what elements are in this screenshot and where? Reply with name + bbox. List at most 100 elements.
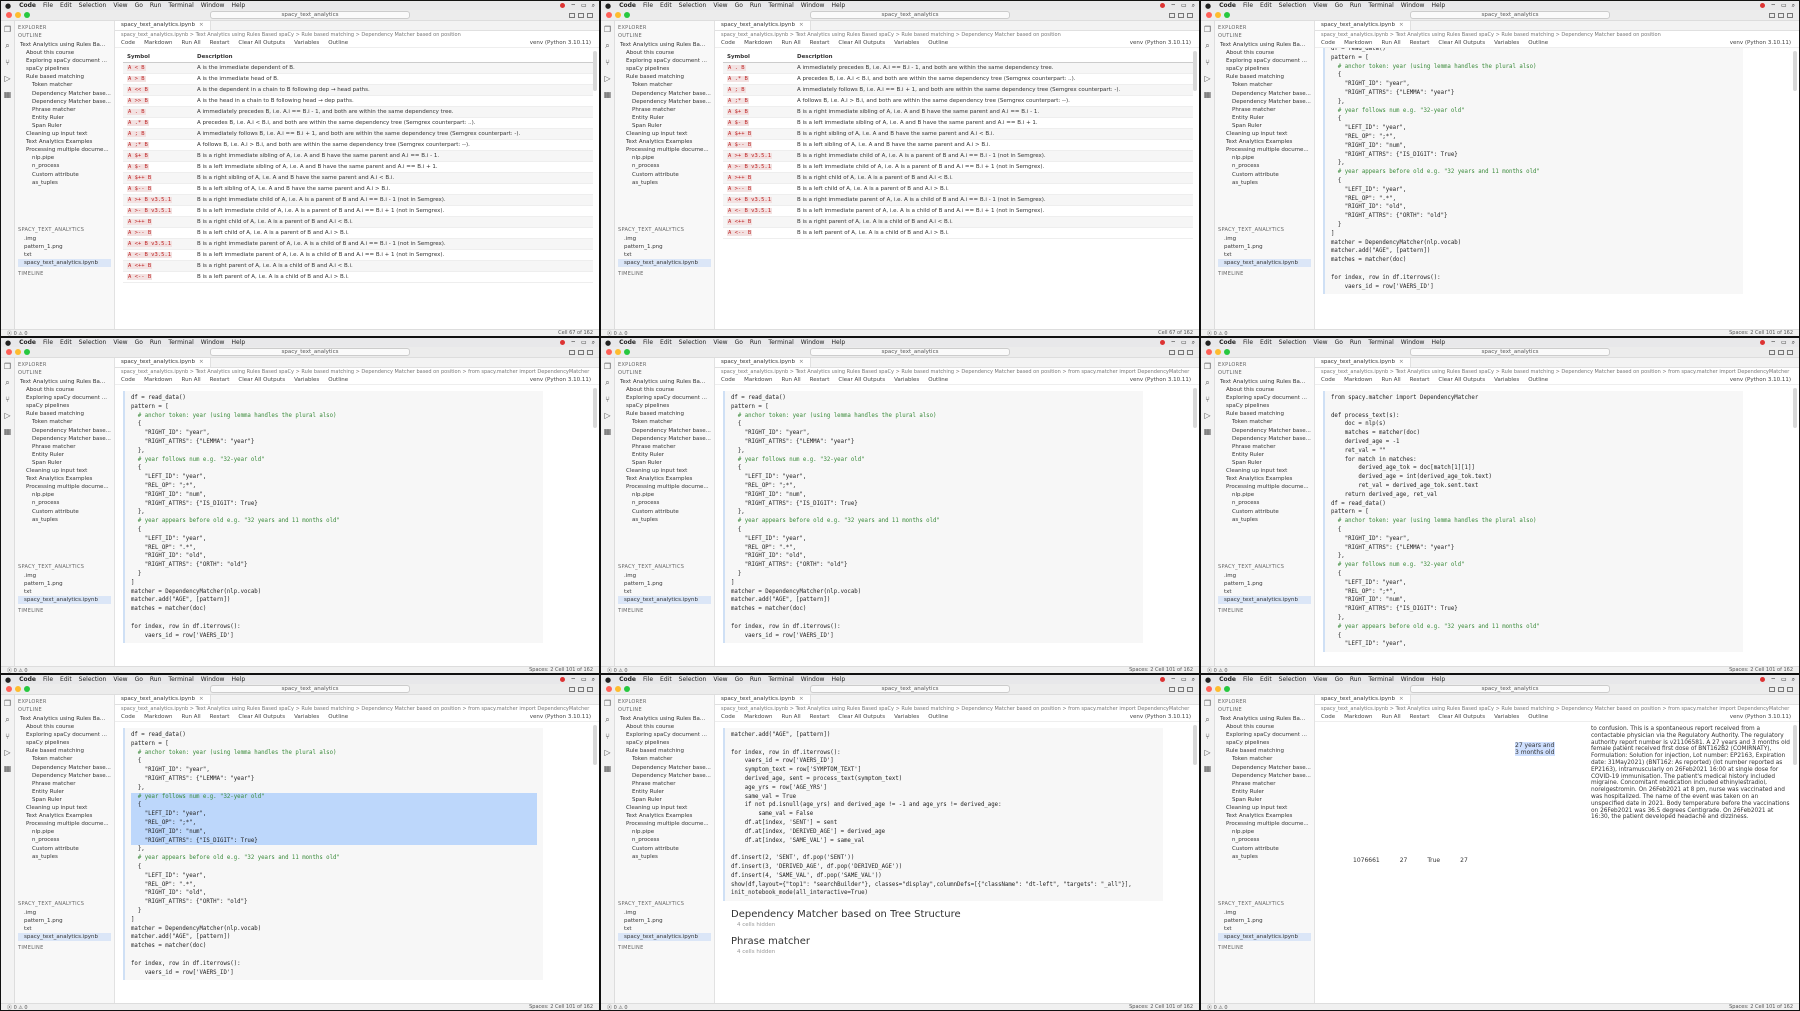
command-center-search[interactable]: spacy_text_analytics [810, 11, 1010, 19]
toolbar-markdown-button[interactable]: Markdown [744, 714, 772, 720]
outline-heading[interactable]: OUTLINE [18, 33, 111, 39]
outline-item[interactable]: spaCy pipelines [1218, 739, 1311, 747]
toolbar-outline-button[interactable]: Outline [928, 377, 948, 383]
run-debug-icon[interactable]: ▷ [604, 748, 610, 757]
code-line[interactable]: # year appears before old e.g. "32 years… [1331, 623, 1737, 632]
menu-item-code[interactable]: Code [1219, 676, 1236, 683]
toolbar-markdown-button[interactable]: Markdown [1344, 40, 1372, 46]
code-line[interactable]: }, [1331, 552, 1737, 561]
outline-item[interactable]: Phrase matcher [1218, 106, 1311, 114]
outline-item[interactable]: Entity Ruler [1218, 451, 1311, 459]
code-line[interactable]: "RIGHT_ID": "num", [1331, 142, 1737, 151]
code-line[interactable]: def process_text(s): [1331, 412, 1737, 421]
project-heading[interactable]: SPACY_TEXT_ANALYTICS [1218, 227, 1311, 233]
breadcrumb[interactable]: spacy_text_analytics.ipynb > Text Analyt… [1315, 368, 1799, 376]
toolbar-clear-all-outputs-button[interactable]: Clear All Outputs [238, 377, 285, 383]
code-line[interactable]: { [131, 801, 537, 811]
run-debug-icon[interactable]: ▷ [1204, 74, 1210, 83]
scrollbar[interactable] [593, 388, 597, 428]
explorer-icon[interactable]: ❐ [1204, 25, 1211, 34]
command-center-search[interactable]: spacy_text_analytics [210, 11, 410, 19]
outline-item[interactable]: Phrase matcher [618, 443, 711, 451]
outline-item[interactable]: Text Analytics Examples [18, 138, 111, 146]
toolbar-run-all-button[interactable]: Run All [182, 714, 201, 720]
code-line[interactable]: "RIGHT_ID": "old", [731, 552, 1137, 561]
menu-item-selection[interactable]: Selection [1279, 676, 1307, 683]
outline-item[interactable]: Dependency Matcher base... [18, 772, 111, 780]
extensions-icon[interactable]: ▦ [1204, 90, 1212, 99]
code-cell[interactable]: df = read_data() pattern = [ # anchor tok… [723, 391, 1143, 644]
outline-item[interactable]: as_tuples [1218, 179, 1311, 187]
menu-item-file[interactable]: File [643, 2, 653, 9]
file-item[interactable]: spacy_text_analytics.ipynb [618, 258, 711, 268]
cell-position-status[interactable]: Spaces: 2 Cell 101 of 162 [1729, 330, 1793, 336]
menu-item-terminal[interactable]: Terminal [168, 339, 193, 346]
project-heading[interactable]: SPACY_TEXT_ANALYTICS [1218, 564, 1311, 570]
close-icon[interactable]: × [799, 696, 804, 702]
toolbar-clear-all-outputs-button[interactable]: Clear All Outputs [1438, 714, 1485, 720]
file-item[interactable]: pattern_1.png [1218, 580, 1311, 588]
toolbar-code-button[interactable]: Code [721, 40, 735, 46]
timeline-heading[interactable]: TIMELINE [18, 608, 111, 614]
outline-heading[interactable]: OUTLINE [1218, 33, 1311, 39]
code-line[interactable]: ] [731, 579, 1137, 588]
toolbar-restart-button[interactable]: Restart [1410, 40, 1430, 46]
outline-item[interactable]: Rule based matching [1218, 73, 1311, 81]
source-control-icon[interactable]: ⑂ [5, 58, 10, 67]
outline-item[interactable]: Dependency Matcher base... [618, 90, 711, 98]
outline-item[interactable]: Cleaning up input text [1218, 130, 1311, 138]
toolbar-outline-button[interactable]: Outline [328, 40, 348, 46]
search-icon[interactable]: ⌕ [592, 676, 595, 684]
close-icon[interactable]: × [799, 22, 804, 28]
code-line[interactable]: "RIGHT_ID": "num", [131, 491, 537, 500]
code-line[interactable]: { [731, 420, 1137, 429]
code-line[interactable]: age_yrs = row['AGE_YRS'] [731, 784, 1157, 793]
menu-item-code[interactable]: Code [619, 676, 636, 683]
code-line[interactable]: "RIGHT_ID": "num", [1331, 596, 1737, 605]
code-line[interactable]: # anchor token: year (using lemma handle… [1331, 517, 1737, 526]
explorer-icon[interactable]: ❐ [604, 362, 611, 371]
outline-heading[interactable]: OUTLINE [18, 370, 111, 376]
cell-position-status[interactable]: Spaces: 2 Cell 101 of 162 [1129, 1004, 1193, 1010]
menu-item-code[interactable]: Code [619, 339, 636, 346]
code-line[interactable]: { [131, 420, 537, 429]
zoom-window-icon[interactable] [624, 349, 630, 355]
file-item[interactable]: txt [618, 251, 711, 259]
code-line[interactable]: { [131, 863, 537, 872]
code-line[interactable]: "LEFT_ID": "year", [131, 810, 537, 819]
code-line[interactable]: "RIGHT_ATTRS": {"ORTH": "old"} [131, 561, 537, 570]
toggle-sidebar-icon[interactable] [1169, 12, 1175, 18]
zoom-window-icon[interactable] [24, 686, 30, 692]
code-line[interactable]: # anchor token: year (using lemma handle… [131, 749, 537, 758]
menu-item-view[interactable]: View [713, 2, 727, 9]
search-icon[interactable]: ⌕ [1205, 41, 1209, 51]
toolbar-outline-button[interactable]: Outline [928, 40, 948, 46]
code-line[interactable]: "RIGHT_ATTRS": {"IS_DIGIT": True} [731, 500, 1137, 509]
menu-item-help[interactable]: Help [231, 676, 245, 683]
code-line[interactable]: "RIGHT_ID": "old", [131, 552, 537, 561]
file-item[interactable]: spacy_text_analytics.ipynb [1218, 258, 1311, 268]
outline-item[interactable]: spaCy pipelines [18, 739, 111, 747]
toolbar-run-all-button[interactable]: Run All [1382, 714, 1401, 720]
notebook-content[interactable]: matcher.add("AGE", [pattern]) for index,… [715, 722, 1199, 1003]
run-debug-icon[interactable]: ▷ [604, 74, 610, 83]
outline-item[interactable]: Text Analytics Examples [18, 812, 111, 820]
toolbar-markdown-button[interactable]: Markdown [144, 714, 172, 720]
extensions-icon[interactable]: ▦ [1204, 764, 1212, 773]
menu-item-go[interactable]: Go [735, 676, 743, 683]
close-icon[interactable]: × [199, 22, 204, 28]
code-line[interactable]: { [1331, 177, 1737, 186]
scrollbar[interactable] [1793, 725, 1797, 765]
outline-item[interactable]: Token matcher [618, 755, 711, 763]
source-control-icon[interactable]: ⑂ [605, 58, 610, 67]
extensions-icon[interactable]: ▦ [4, 90, 12, 99]
code-line[interactable]: matches = matcher(doc) [1331, 256, 1737, 265]
code-line[interactable]: matcher = DependencyMatcher(nlp.vocab) [731, 588, 1137, 597]
toggle-panel-icon[interactable] [1178, 686, 1184, 692]
minimize-window-icon[interactable] [15, 349, 21, 355]
file-item[interactable]: spacy_text_analytics.ipynb [18, 932, 111, 942]
menu-item-view[interactable]: View [113, 2, 127, 9]
source-control-icon[interactable]: ⑂ [1205, 732, 1210, 741]
apple-icon[interactable]: ● [5, 339, 11, 347]
outline-item[interactable]: Text Analytics using Rules Ba... [18, 41, 111, 49]
